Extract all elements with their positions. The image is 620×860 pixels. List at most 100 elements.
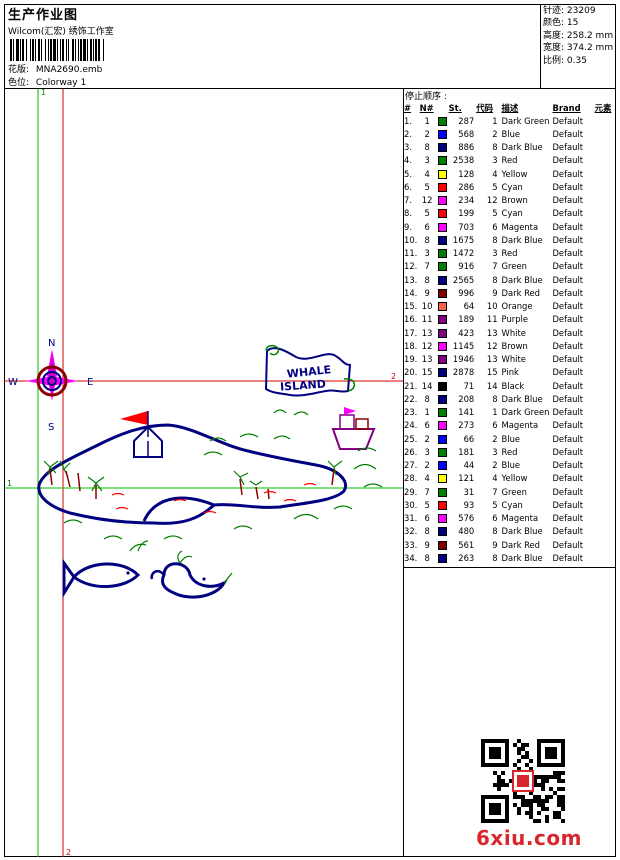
color-code: 13 [486,354,498,365]
color-code: 2 [492,460,498,471]
qr-module [561,787,565,791]
color-description: Dark Blue [501,393,543,404]
color-code: 13 [486,327,498,338]
brand-name: Default [552,460,584,471]
qr-module [545,779,549,783]
color-code: 6 [492,420,498,431]
brand-name: Default [552,486,584,497]
guide-h2-label: 2 [391,372,396,381]
color-swatch [437,355,447,365]
stitch-count: 234 [458,195,475,206]
needle-number: 7 [424,486,430,497]
qr-module [557,771,561,775]
qr-module [549,775,553,779]
color-description: Dark Red [501,539,540,550]
qr-module [501,779,505,783]
row-index: 24. [404,420,418,431]
qr-module [557,787,561,791]
color-description: Pink [501,367,519,378]
qr-module [537,811,541,815]
stitch-count: 1472 [452,248,475,259]
color-swatch [437,169,447,179]
table-row: 29. 7 31 7 Green Default [403,485,620,498]
brand-name: Default [552,407,584,418]
color-swatch-cell [435,459,449,472]
brand-name: Default [552,526,584,537]
table-divider [403,567,616,568]
ship [331,407,376,450]
brand-name: Default [552,420,584,431]
color-code: 9 [492,287,498,298]
stat-value: 15 [566,18,579,29]
qr-module [529,759,533,763]
swatch-header [435,102,449,114]
stitch-count: 286 [458,181,475,192]
brand-name: Default [552,208,584,219]
row-index: 30. [404,499,418,510]
colorway-line: 色位: Colorway 1 [8,75,86,88]
color-description: Magenta [501,513,539,524]
color-description: Black [501,380,525,391]
color-description: Cyan [501,208,523,219]
color-swatch [437,514,447,524]
table-row: 10. 8 1675 8 Dark Blue Default [403,233,620,246]
row-index: 2. [404,128,412,139]
brand-name: Default [552,354,584,365]
qr-module [561,819,565,823]
row-index: 10. [404,234,418,245]
table-row: 20. 15 2878 15 Pink Default [403,366,620,379]
qr-module [541,783,545,787]
stitch-count: 121 [458,473,475,484]
banner-line2: ISLAND [280,377,327,393]
compass-n: N [48,338,55,349]
stitch-count: 71 [463,380,475,391]
needle-number: 6 [424,513,430,524]
qr-module [557,799,561,803]
color-swatch-cell [435,286,449,299]
qr-code [481,739,565,823]
table-row: 6. 5 286 5 Cyan Default [403,180,620,193]
color-code: 8 [492,393,498,404]
color-swatch-cell [435,525,449,538]
stat-label: 颜色 [543,18,562,29]
color-code: 7 [492,261,498,272]
needle-number: 8 [424,274,430,285]
needle-number: 2 [424,433,430,444]
qr-module [529,803,533,807]
qr-module [561,799,565,803]
color-description: Blue [501,433,521,444]
qr-module [541,799,545,803]
qr-module [561,795,565,799]
needle-number: 8 [424,142,430,153]
stat-value: 23209 [566,6,596,16]
color-swatch-cell [435,127,449,140]
color-swatch-cell [435,472,449,485]
row-index: 34. [404,552,418,563]
qr-module [525,751,529,755]
stitch-count: 1946 [452,354,475,365]
color-description: Cyan [501,499,523,510]
color-code: 5 [492,499,498,510]
brand-name: Default [552,142,584,153]
color-swatch-cell [435,114,449,127]
qr-module [497,783,501,787]
qr-module [501,771,505,775]
row-index: 23. [404,407,418,418]
colorway-label: 色位: [8,78,30,88]
qr-module [541,803,545,807]
qr-module [553,815,557,819]
needle-number: 8 [424,393,430,404]
stat-row: 宽度: 374.2 mm [543,43,614,54]
island-inner-curve [142,496,215,522]
row-index: 28. [404,473,418,484]
color-description: Dark Blue [501,552,543,563]
stat-row: 高度: 258.2 mm [543,30,614,41]
color-description: Magenta [501,420,539,431]
table-row: 9. 6 703 6 Magenta Default [403,220,620,233]
needle-number: 8 [424,234,430,245]
table-row: 13. 8 2565 8 Dark Blue Default [403,273,620,286]
stitch-count: 181 [458,446,475,457]
table-row: 19. 13 1946 13 White Default [403,353,620,366]
color-description: Red [501,446,518,457]
stitch-count: 2565 [452,274,475,285]
